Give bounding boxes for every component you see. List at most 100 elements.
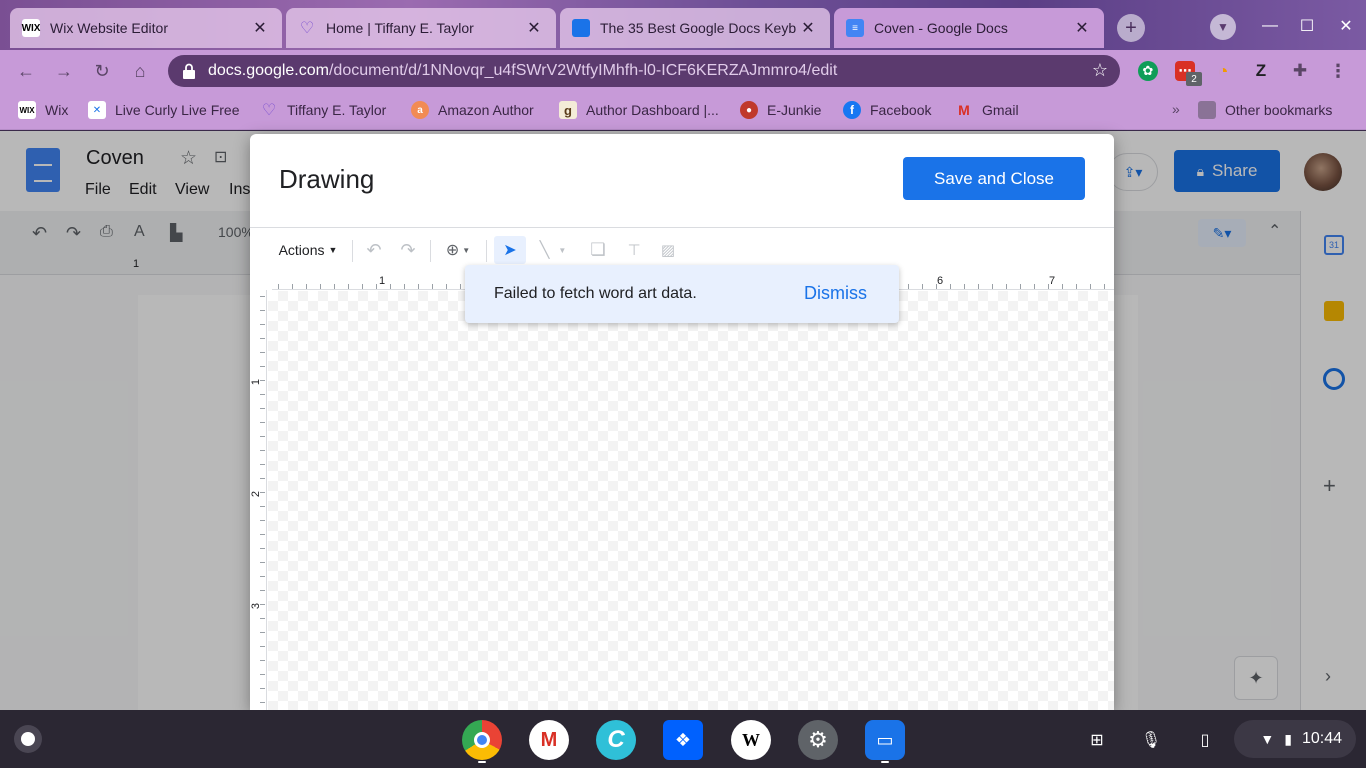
ruler-tick xyxy=(922,284,923,289)
files-app-icon[interactable]: ▭ xyxy=(865,720,905,760)
tab-coven-docs[interactable]: ≡ Coven - Google Docs ✕ xyxy=(834,8,1104,48)
ruler-tick xyxy=(260,520,265,521)
ruler-tick xyxy=(306,284,307,289)
select-cursor-icon[interactable]: ➤ xyxy=(494,236,526,264)
ruler-tick xyxy=(260,702,265,703)
bookmark-author-dashboard[interactable]: g Author Dashboard |... xyxy=(559,101,719,119)
ruler-tick xyxy=(1076,284,1077,289)
ruler-tick xyxy=(260,324,265,325)
zoom-icon[interactable]: ⊕ ▼ xyxy=(438,236,478,264)
ruler-tick xyxy=(964,284,965,289)
extension-shield-icon[interactable]: ✿ xyxy=(1138,61,1158,81)
tab-tiffany[interactable]: ♡ Home | Tiffany E. Taylor ✕ xyxy=(286,8,556,48)
ruler-tick xyxy=(1090,284,1091,289)
forward-icon[interactable]: → xyxy=(52,59,76,83)
drawing-dialog: Drawing Save and Close Actions ▼ ↶ ↷ ⊕ ▼ … xyxy=(250,134,1114,710)
running-indicator xyxy=(478,761,486,763)
bookmark-wix[interactable]: WIX Wix xyxy=(18,101,68,119)
tab-search-icon[interactable]: ▼ xyxy=(1210,14,1236,40)
microphone-icon[interactable]: 🎙︎ xyxy=(1136,726,1166,754)
ruler-tick xyxy=(260,464,265,465)
dropbox-app-icon[interactable]: ❖ xyxy=(663,720,703,760)
dismiss-button[interactable]: Dismiss xyxy=(804,283,867,304)
ruler-number: 7 xyxy=(1049,275,1056,287)
close-icon[interactable]: ✕ xyxy=(1072,18,1092,38)
toolbar-separator xyxy=(486,240,487,262)
chrome-app-icon[interactable] xyxy=(462,720,502,760)
bookmark-tiffany[interactable]: ♡ Tiffany E. Taylor xyxy=(260,101,387,119)
ruler-tick xyxy=(260,492,265,493)
tab-keyboard-shortcuts[interactable]: The 35 Best Google Docs Keyb ✕ xyxy=(560,8,830,48)
more-vert-icon[interactable]: ⋮ xyxy=(1328,61,1348,81)
close-icon[interactable]: ✕ xyxy=(250,18,270,38)
gmail-app-icon[interactable]: M xyxy=(529,720,569,760)
tab-title: Wix Website Editor xyxy=(50,20,168,36)
puzzle-icon[interactable]: ✚ xyxy=(1290,61,1310,81)
close-icon[interactable]: ✕ xyxy=(524,18,544,38)
ruler-number: 6 xyxy=(937,275,944,287)
tab-title: Home | Tiffany E. Taylor xyxy=(326,20,474,36)
ruler-tick xyxy=(978,284,979,289)
dialog-title: Drawing xyxy=(279,164,375,194)
phone-hub-icon[interactable]: ▯ xyxy=(1190,726,1220,754)
vertical-ruler: 1 2 3 xyxy=(250,290,267,710)
bookmark-label: Tiffany E. Taylor xyxy=(287,102,387,118)
ruler-tick xyxy=(260,604,265,605)
bookmark-label: Amazon Author xyxy=(438,102,534,118)
undo-icon[interactable]: ↶ xyxy=(360,236,388,264)
text-box-icon[interactable]: ⊤ xyxy=(620,236,648,264)
holding-space-icon[interactable]: ⊞ xyxy=(1082,726,1112,754)
new-tab-button[interactable]: + xyxy=(1117,14,1145,42)
settings-app-icon[interactable]: ⚙ xyxy=(798,720,838,760)
other-bookmarks[interactable]: Other bookmarks xyxy=(1198,101,1332,119)
ruler-tick xyxy=(260,310,265,311)
bookmark-gmail[interactable]: M Gmail xyxy=(955,101,1018,119)
ruler-number: 1 xyxy=(379,275,386,287)
minimize-icon[interactable]: — xyxy=(1258,14,1282,38)
actions-menu[interactable]: Actions ▼ xyxy=(272,236,344,264)
maximize-icon[interactable]: ☐ xyxy=(1295,14,1319,38)
actions-label: Actions xyxy=(278,242,325,258)
canva-app-icon[interactable]: C xyxy=(596,720,636,760)
image-icon[interactable]: ▨ xyxy=(654,236,682,264)
bookmarks-overflow-icon[interactable]: » xyxy=(1172,101,1180,117)
tab-wix[interactable]: WIX Wix Website Editor ✕ xyxy=(10,8,282,48)
address-bar[interactable]: docs.google.com/document/d/1NNovqr_u4fSW… xyxy=(168,55,1120,87)
bookmark-star-icon[interactable]: ☆ xyxy=(1092,60,1108,81)
ruler-tick xyxy=(432,284,433,289)
ruler-tick xyxy=(260,478,265,479)
rss-icon[interactable]: ◔ xyxy=(1213,61,1233,81)
launcher-icon[interactable] xyxy=(14,725,42,753)
status-tray[interactable]: ▼ ▮ 10:44 xyxy=(1234,720,1356,758)
ruler-tick xyxy=(950,284,951,289)
extension-badge: 2 xyxy=(1186,72,1202,86)
bookmark-live-curly[interactable]: ✕ Live Curly Live Free xyxy=(88,101,240,119)
save-and-close-button[interactable]: Save and Close xyxy=(903,157,1085,200)
shape-tool-icon[interactable]: ❏ xyxy=(584,236,612,264)
zotero-icon[interactable]: Z xyxy=(1251,61,1271,81)
close-icon[interactable]: ✕ xyxy=(798,18,818,38)
wikipedia-app-icon[interactable]: W xyxy=(731,720,771,760)
window-close-icon[interactable]: ✕ xyxy=(1334,14,1358,38)
wix-icon: WIX xyxy=(22,19,40,37)
back-icon[interactable]: ← xyxy=(14,59,38,83)
bookmark-icon: ✕ xyxy=(88,101,106,119)
reload-icon[interactable]: ↻ xyxy=(90,59,114,83)
url-host: docs.google.com xyxy=(208,62,329,79)
ruler-tick xyxy=(260,394,265,395)
ruler-tick xyxy=(260,338,265,339)
folder-icon xyxy=(1198,101,1216,119)
ruler-tick xyxy=(292,284,293,289)
redo-icon[interactable]: ↷ xyxy=(394,236,422,264)
bookmark-facebook[interactable]: f Facebook xyxy=(843,101,931,119)
bookmark-amazon[interactable]: a Amazon Author xyxy=(411,101,534,119)
ruler-tick xyxy=(260,632,265,633)
home-icon[interactable]: ⌂ xyxy=(128,59,152,83)
line-tool-icon[interactable]: ╲ ▼ xyxy=(532,236,574,264)
bookmark-ejunkie[interactable]: ● E-Junkie xyxy=(740,101,821,119)
drawing-canvas[interactable] xyxy=(268,291,1114,710)
ruler-tick xyxy=(260,576,265,577)
url-path: /document/d/1NNovqr_u4fSWrV2WtfyIMhfh-l0… xyxy=(328,62,838,79)
docs-icon: ≡ xyxy=(846,19,864,37)
ruler-tick xyxy=(936,284,937,289)
